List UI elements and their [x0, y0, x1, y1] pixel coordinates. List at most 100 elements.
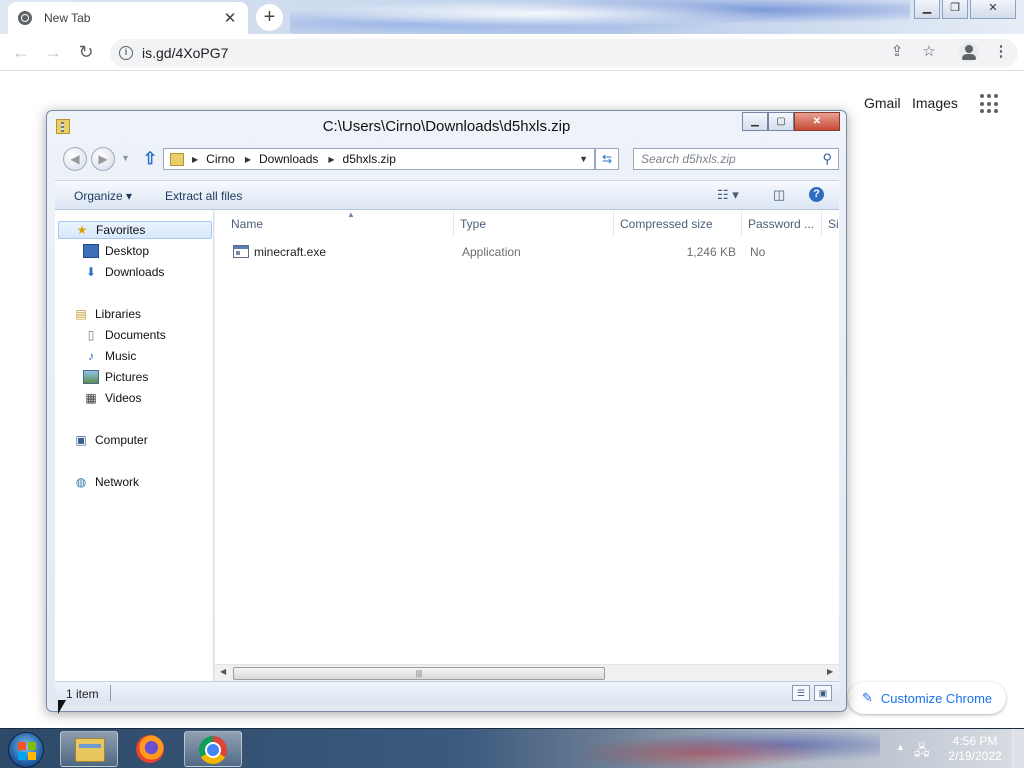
scroll-right-icon[interactable]: ▶: [827, 667, 833, 676]
search-icon[interactable]: ⚲: [822, 151, 832, 167]
bookmark-star-icon[interactable]: ☆: [916, 39, 942, 65]
explorer-back-icon[interactable]: ◀: [63, 147, 87, 171]
column-type-label: Type: [460, 217, 487, 231]
change-view-icon[interactable]: ☷ ▾: [717, 187, 739, 203]
site-info-icon[interactable]: i: [119, 46, 133, 60]
browser-restore-button[interactable]: ❐: [942, 0, 968, 19]
nav-documents-label: Documents: [105, 328, 166, 342]
application-icon: [233, 245, 249, 258]
address-dropdown-icon[interactable]: ▼: [579, 154, 588, 164]
nav-pictures-label: Pictures: [105, 370, 149, 384]
nav-desktop-label: Desktop: [105, 244, 150, 258]
explorer-titlebar[interactable]: C:\Users\Cirno\Downloads\d5hxls.zip ▁ ▢ …: [47, 111, 846, 141]
browser-toolbar: ← → ↻ i is.gd/4XoPG7 ⇪ ☆ ⋮: [0, 34, 1024, 71]
back-arrow-icon[interactable]: ←: [8, 40, 34, 66]
start-button[interactable]: [8, 732, 44, 768]
explorer-breadcrumb[interactable]: ▶ Cirno ▶ Downloads ▶ d5hxls.zip ▼: [163, 148, 595, 170]
column-header-size[interactable]: Si: [822, 210, 839, 236]
nav-libraries-label: Libraries: [95, 307, 142, 321]
column-header-type[interactable]: Type: [454, 210, 614, 236]
explorer-maximize-button[interactable]: ▢: [768, 112, 794, 131]
profile-avatar-icon[interactable]: [959, 42, 979, 62]
google-apps-icon[interactable]: [980, 94, 1000, 114]
nav-computer[interactable]: ▣ Computer: [73, 431, 147, 449]
file-row[interactable]: minecraft.exe Application 1,246 KB No: [223, 241, 839, 263]
preview-pane-icon[interactable]: ◫: [773, 187, 785, 203]
gmail-link[interactable]: Gmail: [864, 95, 901, 111]
browser-close-button[interactable]: ✕: [970, 0, 1016, 19]
videos-icon: ▦: [85, 391, 97, 405]
nav-libraries[interactable]: ▤ Libraries: [73, 305, 141, 323]
explorer-search-input[interactable]: Search d5hxls.zip ⚲: [633, 148, 839, 170]
desktop-icon: [83, 244, 99, 258]
column-header-name[interactable]: Name ▲: [225, 210, 454, 236]
share-icon[interactable]: ⇪: [884, 39, 910, 65]
extract-all-button[interactable]: Extract all files: [165, 189, 242, 203]
nav-downloads[interactable]: ⬇ Downloads: [83, 263, 164, 281]
browser-minimize-button[interactable]: ▁: [914, 0, 940, 19]
up-folder-icon[interactable]: ⇧: [143, 149, 157, 169]
network-status-icon[interactable]: 🖧: [914, 740, 930, 764]
explorer-minimize-button[interactable]: ▁: [742, 112, 768, 131]
nav-downloads-label: Downloads: [105, 265, 165, 279]
tab-close-icon[interactable]: ✕: [222, 9, 238, 27]
explorer-window-controls: ▁ ▢ ✕: [742, 112, 840, 131]
explorer-title: C:\Users\Cirno\Downloads\d5hxls.zip: [322, 118, 571, 135]
column-header-compressed-size[interactable]: Compressed size: [614, 210, 742, 236]
navigation-pane: ★ Favorites Desktop ⬇ Downloads ▤ Librar…: [55, 210, 214, 681]
nav-music-label: Music: [105, 349, 137, 363]
horizontal-scrollbar[interactable]: ◀ ||| ▶: [215, 664, 839, 681]
clock[interactable]: 4:56 PM 2/19/2022: [940, 734, 1010, 764]
nav-favorites-label: Favorites: [96, 223, 146, 237]
details-view-icon[interactable]: ☰: [792, 685, 810, 701]
computer-icon: ▣: [75, 433, 87, 447]
explorer-address-row: ◀ ▶ ▼ ⇧ ▶ Cirno ▶ Downloads ▶ d5hxls.zip…: [55, 145, 839, 175]
nav-network[interactable]: ◍ Network: [73, 473, 139, 491]
explorer-close-button[interactable]: ✕: [794, 112, 840, 131]
new-tab-button[interactable]: +: [256, 4, 283, 31]
taskbar-explorer-button[interactable]: [60, 731, 118, 767]
network-icon: ◍: [75, 475, 87, 489]
breadcrumb-separator-icon[interactable]: ▶: [192, 155, 198, 164]
nav-documents[interactable]: ▯ Documents: [83, 326, 166, 344]
customize-chrome-button[interactable]: ✎ Customize Chrome: [848, 682, 1006, 714]
tab-new-tab[interactable]: New Tab ✕: [8, 2, 248, 34]
pictures-icon: [83, 370, 99, 384]
column-size-label: Si: [828, 217, 839, 231]
breadcrumb-cirno[interactable]: Cirno: [206, 152, 235, 166]
explorer-window: C:\Users\Cirno\Downloads\d5hxls.zip ▁ ▢ …: [46, 110, 847, 712]
column-header-password[interactable]: Password ...: [742, 210, 822, 236]
nav-videos[interactable]: ▦ Videos: [83, 389, 141, 407]
help-icon[interactable]: ?: [809, 187, 824, 202]
show-hidden-icons-icon[interactable]: ▲: [896, 742, 905, 752]
nav-videos-label: Videos: [105, 391, 142, 405]
taskbar-firefox-button[interactable]: [122, 731, 180, 767]
chrome-icon: [199, 736, 227, 764]
scroll-left-icon[interactable]: ◀: [220, 667, 226, 676]
scrollbar-thumb[interactable]: |||: [233, 667, 605, 680]
nav-favorites[interactable]: ★ Favorites: [58, 221, 212, 239]
reload-icon[interactable]: ↻: [73, 40, 99, 66]
explorer-refresh-icon[interactable]: ⇆: [595, 148, 619, 170]
chrome-favicon-icon: [18, 11, 32, 25]
breadcrumb-downloads[interactable]: Downloads: [259, 152, 318, 166]
breadcrumb-separator-icon[interactable]: ▶: [245, 155, 251, 164]
explorer-forward-icon[interactable]: ▶: [91, 147, 115, 171]
windows-logo-icon: [18, 742, 36, 760]
images-link[interactable]: Images: [912, 95, 958, 111]
large-icons-view-icon[interactable]: ▣: [814, 685, 832, 701]
breadcrumb-separator-icon[interactable]: ▶: [328, 155, 334, 164]
address-bar[interactable]: i is.gd/4XoPG7: [110, 39, 1018, 67]
organize-button[interactable]: Organize ▾: [74, 189, 132, 203]
show-desktop-button[interactable]: [1012, 729, 1024, 768]
chrome-menu-icon[interactable]: ⋮: [988, 39, 1014, 65]
nav-pictures[interactable]: Pictures: [83, 368, 148, 386]
forward-arrow-icon[interactable]: →: [40, 40, 66, 66]
breadcrumb-zip[interactable]: d5hxls.zip: [343, 152, 396, 166]
column-name-label: Name: [231, 217, 264, 231]
address-url[interactable]: is.gd/4XoPG7: [142, 45, 228, 61]
history-dropdown-icon[interactable]: ▼: [121, 153, 130, 163]
nav-music[interactable]: ♪ Music: [83, 347, 136, 365]
taskbar-chrome-button[interactable]: [184, 731, 242, 767]
nav-desktop[interactable]: Desktop: [83, 242, 149, 260]
